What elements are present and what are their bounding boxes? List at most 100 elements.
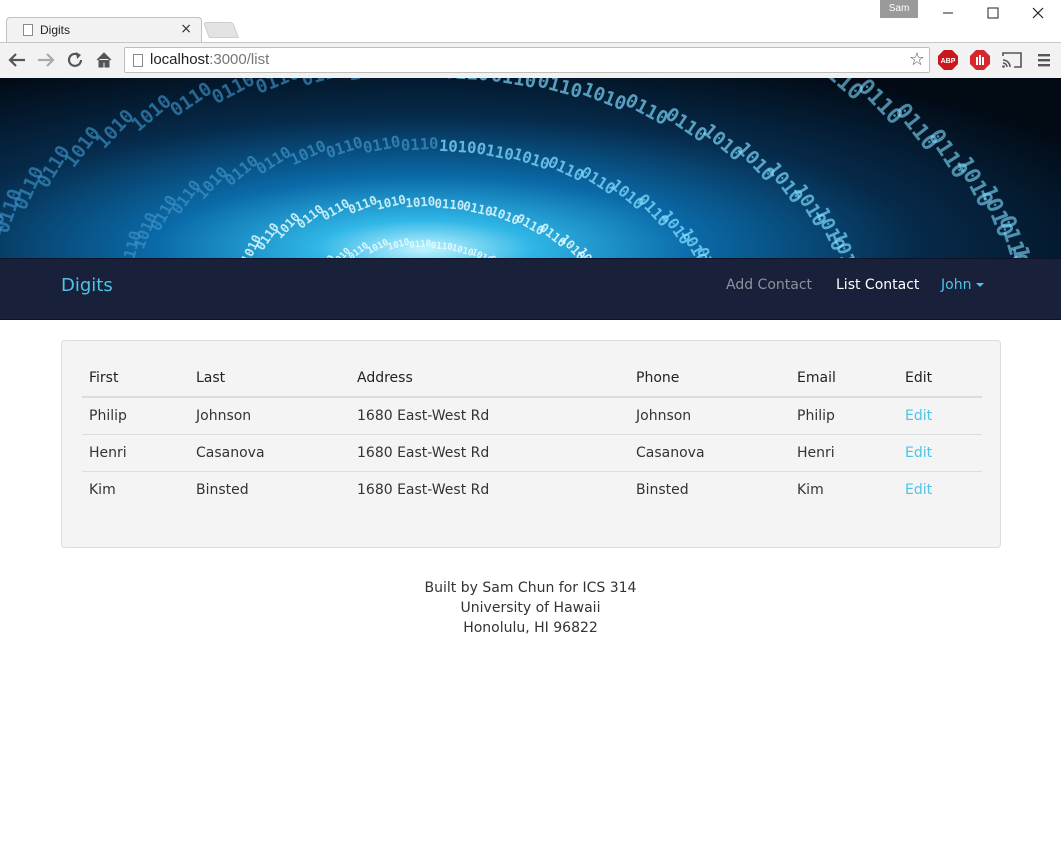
binary-digits: 1010 — [438, 137, 477, 157]
binary-digits: 0110 — [167, 79, 216, 122]
svg-text:ABP: ABP — [941, 58, 956, 65]
binary-digits: 0110 — [430, 240, 453, 253]
contacts-table: First Last Address Phone Email Edit Phil… — [82, 359, 982, 508]
binary-digits: 0110 — [221, 152, 261, 190]
binary-digits: 0110 — [253, 143, 294, 178]
header-edit: Edit — [898, 359, 982, 398]
edit-link[interactable]: Edit — [905, 482, 932, 498]
back-button[interactable] — [6, 49, 28, 71]
binary-digits: 0110 — [362, 133, 402, 158]
binary-digits: 1010 — [828, 229, 862, 258]
edit-link[interactable]: Edit — [905, 408, 932, 424]
forward-arrow-icon — [38, 53, 55, 67]
binary-digits: 0110 — [396, 78, 442, 83]
forward-button[interactable] — [35, 49, 57, 71]
home-icon — [96, 52, 112, 68]
cell-email: Henri — [790, 434, 898, 472]
binary-digits: 1010 — [375, 191, 407, 212]
binary-digits: 1010 — [347, 78, 395, 86]
cell-edit: Edit — [898, 434, 982, 472]
footer-credit: Built by Sam Chun for ICS 314 — [424, 580, 637, 596]
table-row: Henri Casanova 1680 East-West Rd Casanov… — [82, 434, 982, 472]
cell-edit: Edit — [898, 397, 982, 435]
adblock-extension[interactable] — [969, 49, 991, 71]
url-host: localhost — [150, 51, 210, 68]
binary-digits: 0110 — [443, 78, 489, 85]
binary-digits: 0110 — [319, 195, 352, 223]
stop-hand-icon — [970, 50, 990, 70]
binary-digits: 1010 — [92, 106, 138, 153]
cell-last: Casanova — [189, 434, 350, 472]
cast-icon — [1002, 52, 1022, 68]
binary-code-graphic: 0110101001100110011010100110101010100110… — [0, 78, 1041, 258]
binary-digits: 0110 — [434, 196, 465, 213]
header-email: Email — [790, 359, 898, 398]
binary-digits: 1010 — [0, 78, 24, 92]
browser-chrome: Digits × Sam localhost:3000/list ☆ ABP — [0, 0, 1061, 78]
binary-digits: 0110 — [209, 78, 259, 109]
cell-email: Kim — [797, 481, 824, 498]
binary-digits: 1010 — [193, 163, 232, 203]
edit-link[interactable]: Edit — [905, 445, 932, 461]
binary-digits: 1010 — [287, 137, 329, 169]
bookmark-star-icon[interactable]: ☆ — [909, 49, 925, 70]
header-address: Address — [350, 359, 629, 398]
nav-list-contact[interactable]: List Contact — [836, 277, 919, 293]
adblock-plus-extension[interactable]: ABP — [937, 49, 959, 71]
hamburger-menu-icon — [1038, 54, 1050, 67]
cell-last: Johnson — [189, 397, 350, 435]
cell-phone: Johnson — [629, 397, 790, 435]
profile-badge[interactable]: Sam — [880, 0, 918, 18]
table-header-row: First Last Address Phone Email Edit — [82, 359, 982, 398]
binary-digits: 0110 — [346, 192, 379, 217]
cell-address: 1680 East-West Rd — [350, 434, 629, 472]
binary-digits: 0110 — [253, 78, 303, 99]
url-text: localhost:3000/list — [150, 51, 269, 68]
reload-button[interactable] — [64, 49, 86, 71]
header-first: First — [82, 359, 189, 398]
cell-last: Binsted — [196, 481, 249, 498]
home-button[interactable] — [93, 49, 115, 71]
binary-digits: 1010 — [366, 237, 391, 257]
minimize-icon — [943, 12, 953, 14]
adblock-plus-icon: ABP — [938, 50, 958, 70]
page-info-icon[interactable] — [133, 54, 143, 67]
cell-address: 1680 East-West Rd — [350, 397, 629, 435]
browser-menu-button[interactable] — [1033, 49, 1055, 71]
address-bar[interactable]: localhost:3000/list ☆ — [124, 47, 930, 73]
close-window-button[interactable] — [1016, 0, 1060, 26]
footer-location: Honolulu, HI 96822 — [463, 620, 598, 636]
binary-digits: 0110 — [535, 78, 584, 103]
contacts-panel: First Last Address Phone Email Edit Phil… — [61, 340, 1001, 548]
cell-email: Philip — [790, 397, 898, 435]
cell-phone: Binsted — [636, 481, 689, 498]
nav-add-contact[interactable]: Add Contact — [726, 277, 812, 293]
binary-digits: 0110 — [490, 78, 538, 93]
cell-phone: Casanova — [629, 434, 790, 472]
binary-digits: 1010 — [579, 79, 629, 115]
tab-strip: Digits × Sam — [0, 0, 1061, 42]
close-icon — [1032, 7, 1044, 19]
binary-digits: 0110 — [324, 133, 365, 162]
header-last: Last — [189, 359, 350, 398]
header-phone: Phone — [629, 359, 790, 398]
table-row: Philip Johnson 1680 East-West Rd Johnson… — [82, 397, 982, 435]
browser-tab[interactable]: Digits × — [6, 17, 202, 42]
cast-button[interactable] — [1001, 49, 1023, 71]
back-arrow-icon — [8, 53, 25, 67]
new-tab-button[interactable] — [203, 22, 239, 38]
page-footer: Built by Sam Chun for ICS 314 University… — [0, 578, 1061, 638]
brand-link[interactable]: Digits — [61, 275, 113, 296]
cell-edit: Edit — [898, 471, 982, 508]
caret-down-icon — [976, 283, 985, 287]
cell-first: Philip — [82, 397, 189, 435]
binary-digits: 1010 — [387, 236, 411, 253]
maximize-button[interactable] — [971, 0, 1015, 26]
user-name: John — [941, 277, 972, 293]
tab-close-icon[interactable]: × — [180, 21, 192, 37]
minimize-button[interactable] — [926, 0, 970, 26]
binary-digits: 0110 — [622, 90, 672, 130]
binary-digits: 0110 — [299, 78, 348, 91]
user-dropdown[interactable]: John — [941, 277, 985, 293]
binary-digits: 1010 — [61, 123, 105, 172]
